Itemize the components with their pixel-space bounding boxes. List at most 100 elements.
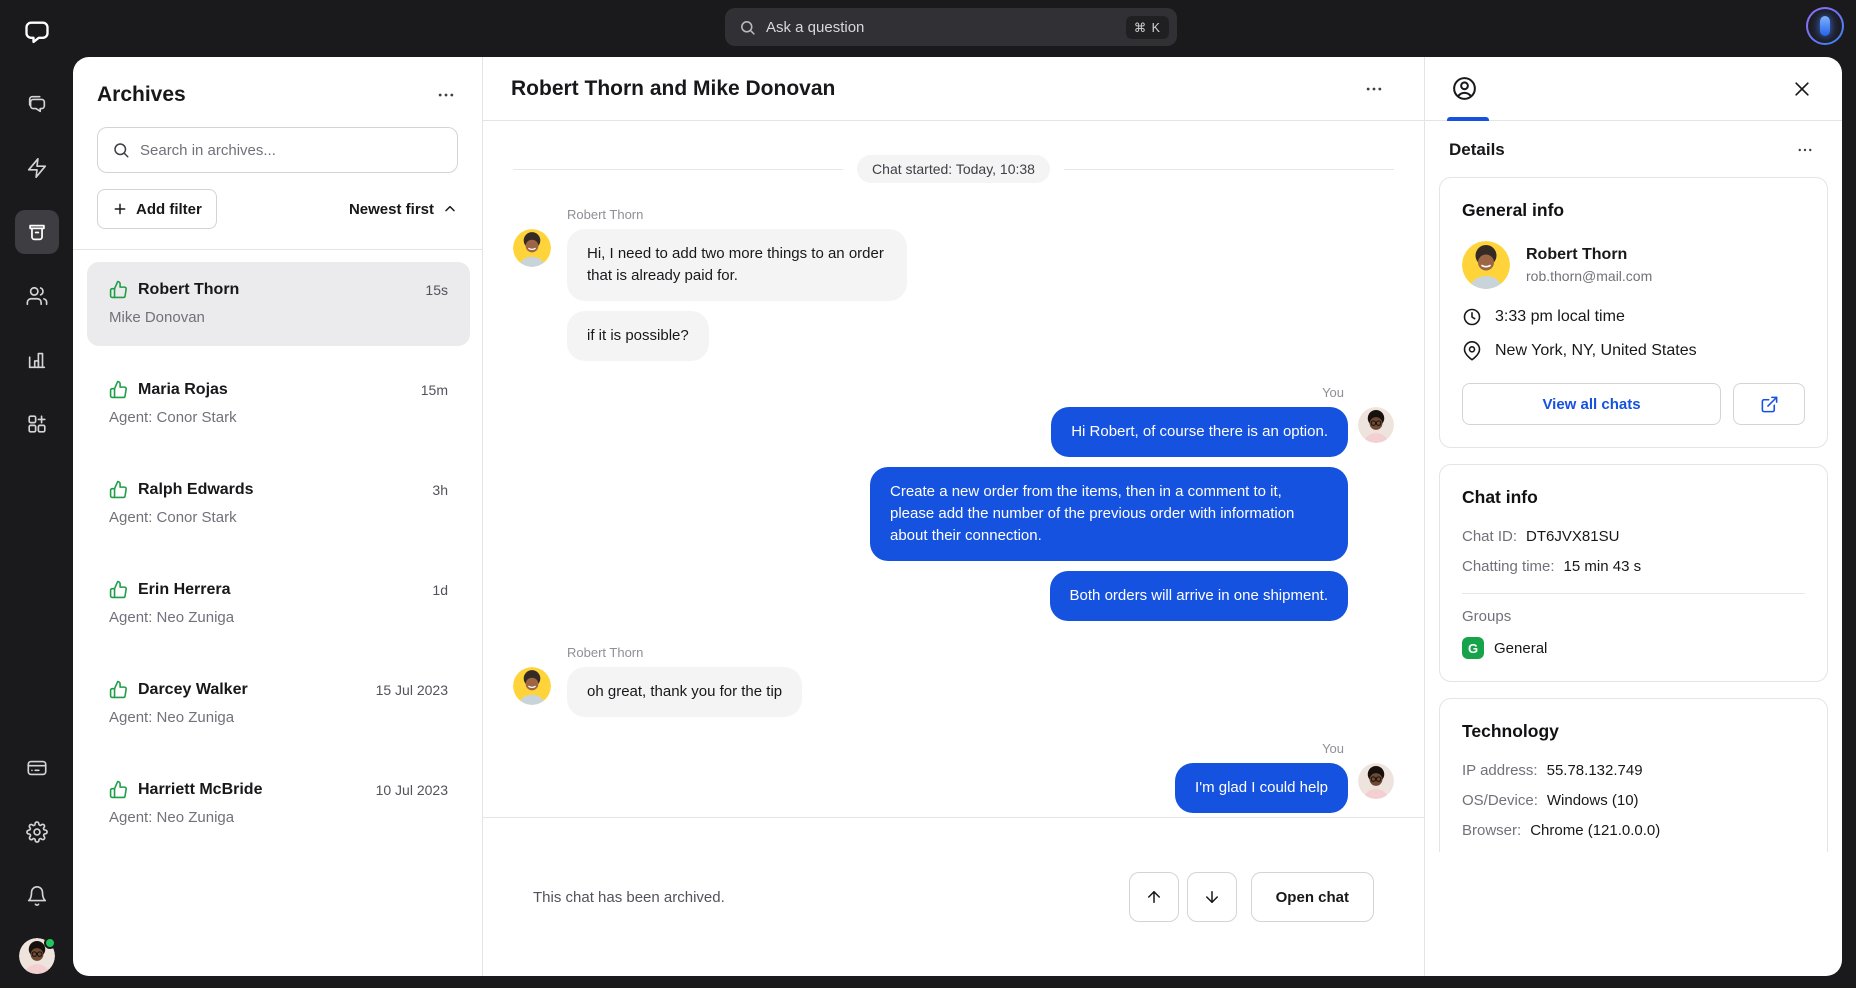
customer-name: Darcey Walker [138,681,248,699]
thumbs-up-icon [109,480,128,499]
view-all-chats-button[interactable]: View all chats [1462,383,1721,425]
global-search-input[interactable]: Ask a question ⌘ K [725,8,1177,46]
rail-item-reports[interactable] [15,338,59,382]
clock-icon [1462,307,1482,327]
details-title: Details [1449,140,1505,160]
chat-info-heading: Chat info [1462,487,1805,508]
external-link-icon [1760,395,1779,414]
search-icon [739,19,756,36]
chat-time: 15s [425,282,448,298]
chat-menu-button[interactable] [1360,75,1388,103]
archive-list-item[interactable]: Robert Thorn 15s Mike Donovan [87,262,470,346]
shortcut-badge: ⌘ K [1126,16,1169,39]
arrow-up-icon [1145,888,1163,906]
add-filter-button[interactable]: Add filter [97,189,217,229]
tab-customer-details[interactable] [1451,57,1478,121]
chat-bubble: Both orders will arrive in one shipment. [1050,571,1348,621]
rail-item-apps[interactable] [15,402,59,446]
chat-time: 15 Jul 2023 [376,682,448,698]
chatting-time-label: Chatting time: [1462,558,1555,575]
archives-panel: Archives Search in archives... Add filte… [73,57,483,976]
general-info-card: General info Robert Thorn rob.thorn@mail… [1439,177,1828,448]
details-menu-button[interactable] [1792,137,1818,163]
person-circle-icon [1451,75,1478,102]
search-icon [112,141,130,159]
ip-value: 55.78.132.749 [1547,762,1643,779]
message-group-customer: Robert Thorn Hi, I need to add two more … [513,207,1394,361]
technology-card: Technology IP address: 55.78.132.749 OS/… [1439,698,1828,852]
chat-time: 15m [421,382,448,398]
rail-item-chats[interactable] [15,82,59,126]
lightning-icon [26,157,48,179]
apps-grid-icon [26,413,48,435]
groups-label: Groups [1462,608,1805,625]
chat-footer: This chat has been archived. Open chat [483,817,1424,976]
customer-name: Erin Herrera [138,581,231,599]
sort-label: Newest first [349,201,434,218]
livechat-logo-icon[interactable] [23,18,51,46]
customer-name: Harriett McBride [138,781,262,799]
bar-chart-icon [26,349,48,371]
rail-item-team[interactable] [15,274,59,318]
chat-messages: Chat started: Today, 10:38 Robert Thorn … [483,121,1424,817]
close-icon [1792,79,1812,99]
chats-icon [26,93,48,115]
ai-assistant-icon [1820,16,1830,36]
archives-search-placeholder: Search in archives... [140,142,276,159]
customer-location: New York, NY, United States [1495,342,1697,360]
previous-chat-button[interactable] [1129,872,1179,922]
agent-avatar [1358,763,1394,799]
chat-started-label: Chat started: Today, 10:38 [857,155,1050,183]
ai-assistant-button[interactable] [1806,7,1844,45]
rail-item-billing[interactable] [15,746,59,790]
archives-menu-button[interactable] [432,81,460,109]
sort-toggle[interactable]: Newest first [349,201,458,218]
rail-nav [15,82,59,466]
general-info-heading: General info [1462,200,1805,221]
online-status-dot [44,937,56,949]
chat-info-card: Chat info Chat ID: DT6JVX81SU Chatting t… [1439,464,1828,682]
chat-bubble: I'm glad I could help [1175,763,1348,813]
thumbs-up-icon [109,680,128,699]
archive-list-item[interactable]: Erin Herrera 1d Agent: Neo Zuniga [87,562,470,646]
browser-label: Browser: [1462,822,1521,839]
active-tab-indicator [1447,117,1489,121]
archive-icon [26,221,48,243]
archive-list-item[interactable]: Ralph Edwards 3h Agent: Conor Stark [87,462,470,546]
chat-time: 3h [432,482,448,498]
chevron-up-icon [442,201,458,217]
customer-name: Robert Thorn [138,281,239,299]
customer-name: Robert Thorn [1526,246,1652,264]
chat-subtitle: Agent: Neo Zuniga [109,609,448,626]
chat-bubble: Create a new order from the items, then … [870,467,1348,561]
profile-avatar[interactable] [19,938,55,974]
ip-label: IP address: [1462,762,1538,779]
open-external-button[interactable] [1733,383,1805,425]
browser-value: Chrome (121.0.0.0) [1530,822,1660,839]
customer-avatar [513,229,551,267]
open-chat-button[interactable]: Open chat [1251,872,1374,922]
archives-title: Archives [97,83,186,107]
chat-bubble: if it is possible? [567,311,709,361]
archive-list-item[interactable]: Harriett McBride 10 Jul 2023 Agent: Neo … [87,762,470,846]
archive-list-item[interactable]: Darcey Walker 15 Jul 2023 Agent: Neo Zun… [87,662,470,746]
archives-search-input[interactable]: Search in archives... [97,127,458,173]
archived-note: This chat has been archived. [533,889,725,906]
message-group-customer: Robert Thorn oh great, thank you for the… [513,645,1394,717]
chat-time: 1d [432,582,448,598]
arrow-down-icon [1203,888,1221,906]
sender-label: You [513,385,1344,400]
rail-item-archives[interactable] [15,210,59,254]
close-details-button[interactable] [1788,75,1816,103]
rail-item-settings[interactable] [15,810,59,854]
archive-list-item[interactable]: Maria Rojas 15m Agent: Conor Stark [87,362,470,446]
global-search-placeholder: Ask a question [766,19,1126,36]
rail-item-notifications[interactable] [15,874,59,918]
local-time: 3:33 pm local time [1495,308,1625,326]
main-container: Archives Search in archives... Add filte… [73,57,1842,976]
add-filter-label: Add filter [136,201,202,218]
chatting-time-value: 15 min 43 s [1564,558,1642,575]
rail-item-traffic[interactable] [15,146,59,190]
next-chat-button[interactable] [1187,872,1237,922]
customer-avatar [1462,241,1510,289]
